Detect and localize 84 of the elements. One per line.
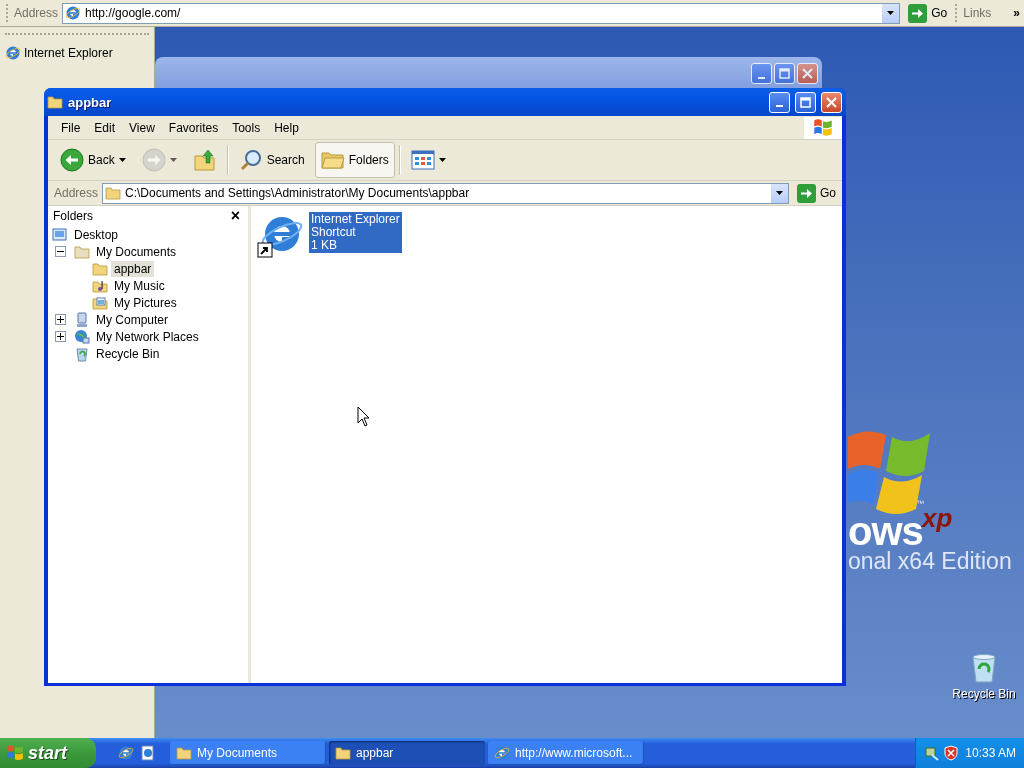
menu-item[interactable]: Help (267, 120, 306, 135)
folder-icon (176, 745, 192, 761)
close-button[interactable] (821, 91, 842, 113)
tree-item[interactable]: My Music (111, 277, 168, 294)
documents-folder-icon (74, 243, 90, 260)
tree-item[interactable]: My Pictures (111, 294, 180, 311)
address-label: Address (54, 186, 99, 200)
tree-item[interactable]: My Network Places (93, 328, 202, 345)
clock: 10:33 AM (965, 746, 1016, 760)
address-field[interactable]: C:\Documents and Settings\Administrator\My Documents\appbar (102, 182, 789, 204)
caret-icon (118, 158, 126, 162)
file-name: Internet Explorer (311, 213, 400, 226)
expand-toggle[interactable] (55, 331, 66, 342)
minimize-button[interactable] (751, 63, 772, 84)
go-button[interactable]: Go (793, 182, 840, 204)
caret-icon (169, 158, 177, 162)
appbar-item[interactable]: Internet Explorer (24, 46, 113, 60)
tree-item[interactable]: appbar (111, 260, 155, 277)
caret-icon (438, 158, 446, 162)
plus-icon (57, 333, 64, 340)
tree-item[interactable]: Recycle Bin (93, 345, 163, 362)
minimize-icon (758, 76, 765, 79)
maximize-icon (779, 68, 790, 79)
close-button[interactable] (797, 63, 818, 84)
close-button[interactable]: × (228, 209, 242, 223)
caret-icon (776, 191, 783, 195)
windows-flag-icon (813, 117, 833, 138)
start-button[interactable]: start (0, 738, 96, 768)
folder-icon (92, 260, 108, 277)
views-icon (410, 150, 435, 170)
window-folder-icon (47, 94, 63, 110)
recycle-bin-icon (74, 345, 90, 362)
maximize-button[interactable] (774, 63, 795, 84)
selection-highlight[interactable]: Internet Explorer Shortcut 1 KB (309, 212, 402, 253)
dropdown-button[interactable] (770, 183, 788, 203)
caret-icon (887, 11, 895, 15)
close-icon (826, 96, 837, 108)
tree-item[interactable]: Desktop (71, 226, 122, 243)
folders-button[interactable]: Folders (314, 142, 395, 178)
tree-item[interactable]: My Computer (93, 311, 172, 328)
expand-toggle[interactable] (55, 314, 66, 325)
wallpaper-logo-text: xp (922, 503, 953, 533)
mouse-pointer-icon (357, 406, 370, 427)
window-title: appbar (68, 94, 113, 110)
desktop-icon (52, 226, 68, 243)
minus-icon (57, 248, 64, 255)
minimize-icon (776, 105, 783, 107)
tree-item[interactable]: My Documents (93, 243, 180, 260)
folder-icon (105, 185, 122, 201)
file-type: Shortcut (311, 226, 356, 239)
close-icon (802, 68, 813, 79)
go-button[interactable]: Go (904, 2, 952, 24)
wallpaper-edition-text: onal x64 Edition (848, 548, 1012, 575)
taskbar-button[interactable]: My Documents (170, 741, 326, 765)
search-button[interactable]: Search (232, 142, 311, 178)
computer-icon (74, 311, 90, 328)
address-field[interactable]: http://google.com/ (62, 2, 901, 24)
pane-title: Folders (53, 209, 93, 223)
taskbar-button[interactable]: http://www.microsoft... (488, 741, 644, 765)
shield-icon[interactable] (944, 745, 958, 761)
chevron-button[interactable]: » (1013, 6, 1020, 20)
search-icon (238, 148, 263, 172)
links-label[interactable]: Links (963, 6, 992, 20)
back-button[interactable]: Back (54, 142, 132, 178)
menu-item[interactable]: Favorites (161, 120, 226, 135)
menu-item[interactable]: Tools (225, 120, 268, 135)
address-label: Address (14, 6, 59, 20)
file-size: 1 KB (311, 239, 338, 252)
taskbar-button[interactable]: appbar (329, 741, 485, 765)
up-folder-icon (192, 148, 217, 172)
maximize-button[interactable] (795, 91, 816, 113)
menu-item[interactable]: File (54, 120, 88, 135)
dropdown-button[interactable] (881, 3, 900, 23)
folder-icon (335, 745, 351, 761)
trademark-mark: ™ (916, 499, 924, 508)
collapse-toggle[interactable] (55, 246, 66, 257)
windows-flag-icon (6, 744, 24, 762)
network-icon (74, 328, 90, 345)
pictures-folder-icon (92, 294, 108, 311)
plus-icon (57, 316, 64, 323)
menu-item[interactable]: View (122, 120, 162, 135)
maximize-icon (800, 96, 811, 108)
menu-item[interactable]: Edit (87, 120, 123, 135)
minimize-button[interactable] (769, 91, 790, 113)
